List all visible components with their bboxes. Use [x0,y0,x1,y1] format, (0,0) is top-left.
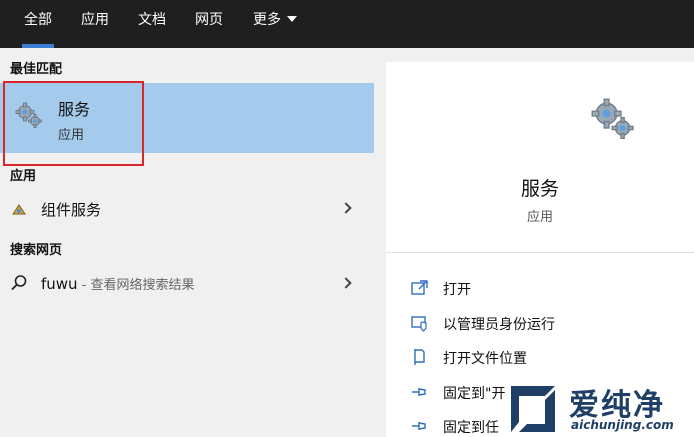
web-result-row[interactable]: fuwu - 查看网络搜索结果 [0,266,374,300]
action-pin-to-start-label: 固定到"开 [443,386,506,402]
file-location-icon [414,349,425,365]
pin-icon [412,422,426,430]
detail-divider [386,252,694,253]
tab-more[interactable]: 更多 [253,0,297,48]
chevron-right-icon[interactable] [340,277,352,289]
action-open[interactable]: 打开 [410,277,694,301]
section-web-search: 搜索网页 [10,243,63,258]
tab-documents[interactable]: 文档 [138,0,166,48]
web-hint: - 查看网络搜索结果 [77,278,195,293]
pin-icon [412,388,426,396]
gears-icon [591,98,634,140]
tab-all[interactable]: 全部 [22,0,54,48]
admin-shield-icon [411,316,427,332]
section-best-match: 最佳匹配 [10,62,63,77]
chevron-down-icon [287,16,297,22]
search-icon [11,275,27,291]
action-open-file-location[interactable]: 打开文件位置 [410,346,694,370]
detail-app-type: 应用 [526,210,553,225]
action-open-label: 打开 [443,282,471,298]
watermark: 爱纯净 aichunjing.com [505,378,694,437]
action-run-as-admin[interactable]: 以管理员身份运行 [410,312,694,336]
app-result-label: 组件服务 [41,201,102,219]
section-apps: 应用 [10,169,37,184]
action-pin-to-taskbar-label: 固定到任 [443,420,499,436]
watermark-domain: aichunjing.com [571,418,674,432]
action-run-as-admin-label: 以管理员身份运行 [443,317,555,333]
detail-app-title: 服务 [520,178,559,200]
watermark-logo-icon [511,386,555,432]
top-tab-bar: 全部 应用 文档 网页 更多 [0,0,694,48]
highlight-annotation-box [3,81,144,166]
web-result-text: fuwu - 查看网络搜索结果 [41,274,195,293]
open-icon [411,280,428,295]
tab-apps[interactable]: 应用 [81,0,109,48]
component-services-icon [12,204,26,215]
tab-more-label: 更多 [253,12,281,28]
app-result-row[interactable]: 组件服务 [0,192,374,226]
action-open-file-location-label: 打开文件位置 [443,351,527,367]
chevron-right-icon[interactable] [340,202,352,214]
web-query: fuwu [41,275,78,293]
tab-web[interactable]: 网页 [195,0,223,48]
